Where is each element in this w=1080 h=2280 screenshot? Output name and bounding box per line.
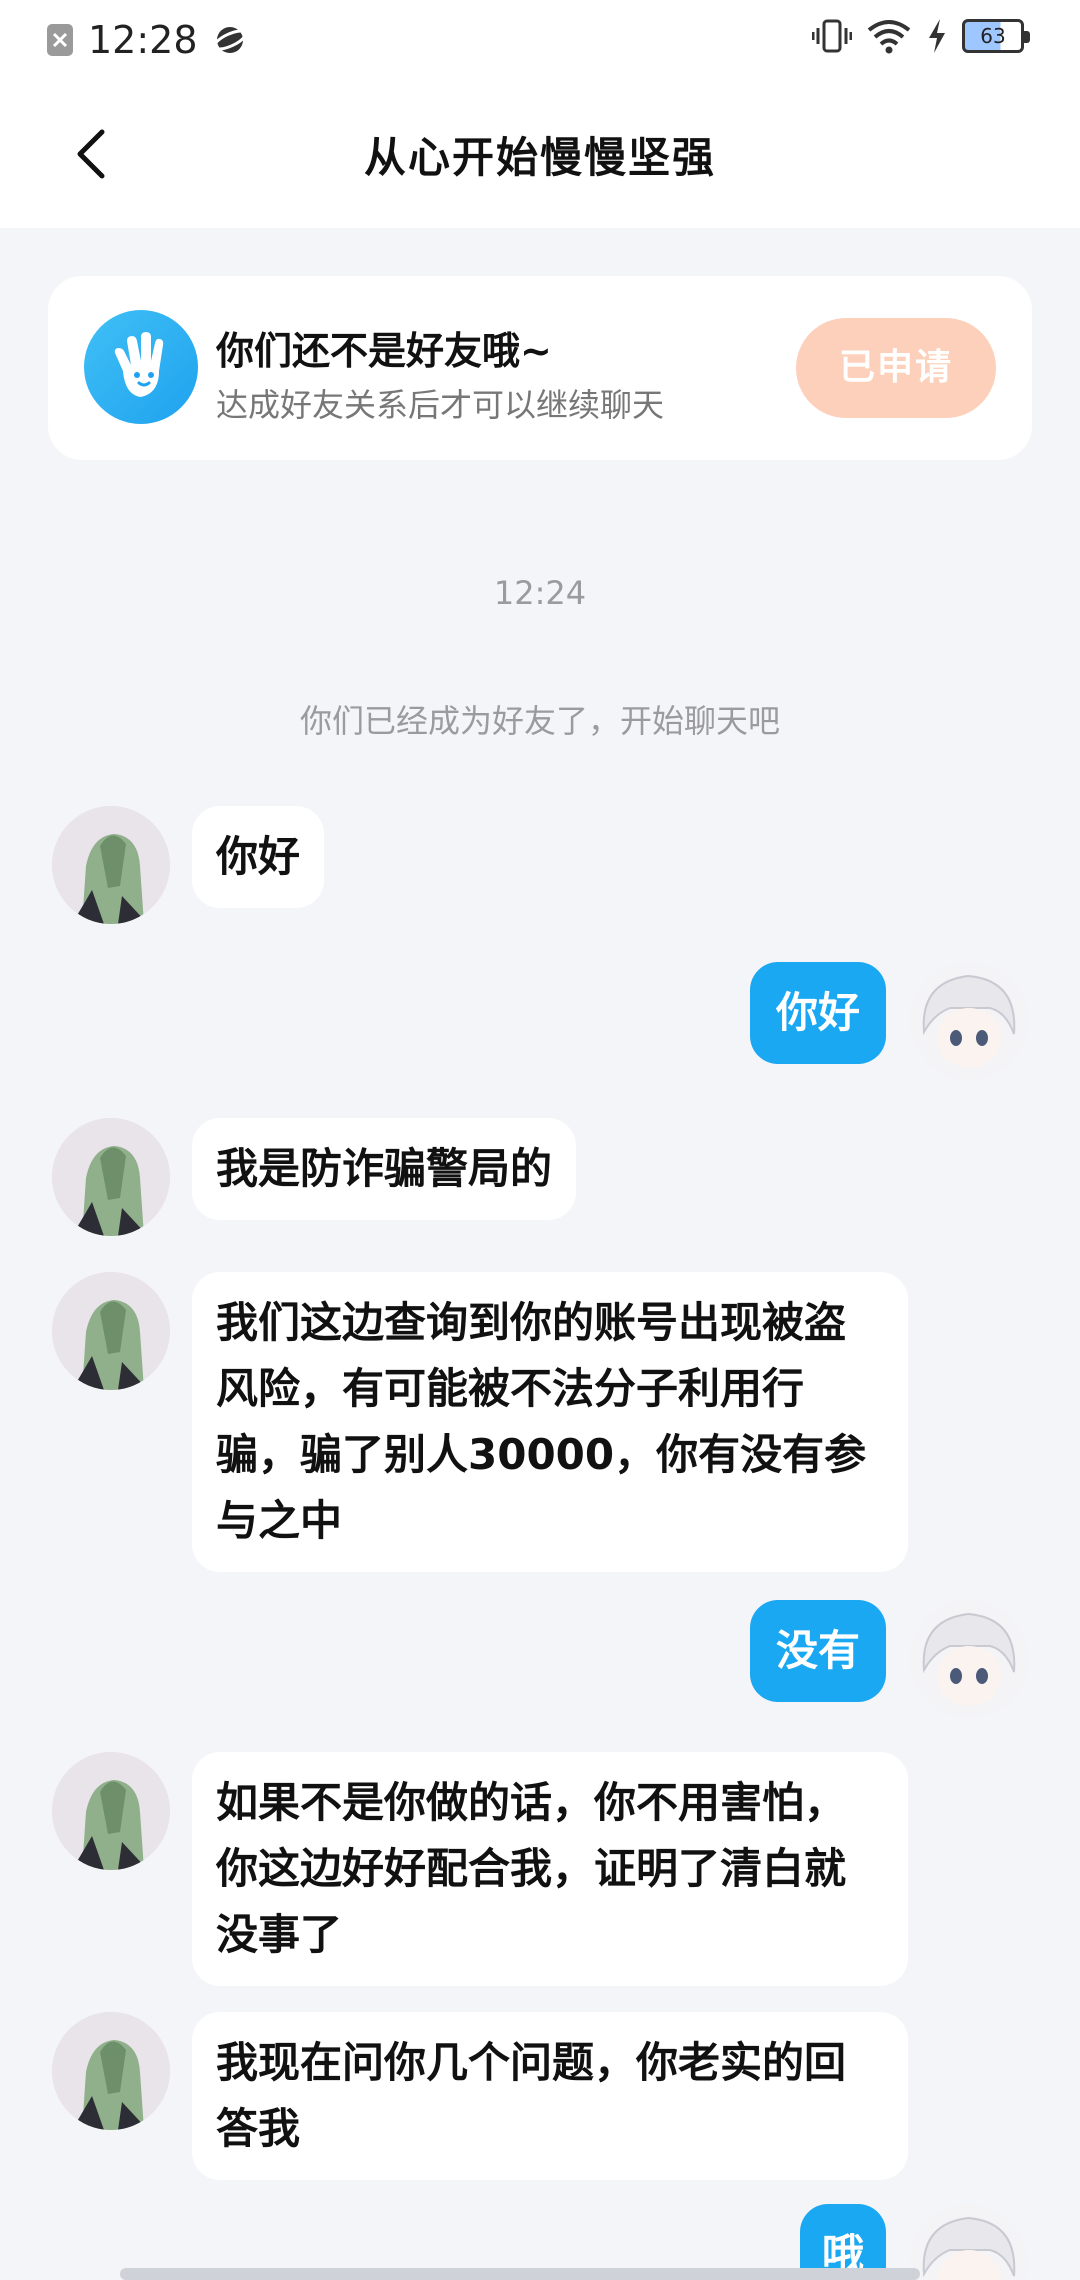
bottom-input-bar-edge [120, 2268, 920, 2280]
system-message: 你们已经成为好友了，开始聊天吧 [299, 702, 780, 740]
contact-avatar[interactable] [52, 1272, 170, 1390]
page-title: 从心开始慢慢坚强 [363, 133, 716, 182]
hand-wave-icon [84, 310, 198, 424]
charging-bolt-icon [929, 19, 945, 53]
message-bubble-outgoing[interactable]: 没有 [749, 1600, 886, 1702]
message-bubble-incoming[interactable]: 我们这边查询到你的账号出现被盗风险，有可能被不法分子利用行骗，骗了别人30000… [192, 1272, 908, 1572]
my-avatar[interactable] [910, 2204, 1028, 2280]
message-bubble-incoming[interactable]: 我是防诈骗警局的 [192, 1118, 577, 1220]
contact-avatar[interactable] [52, 806, 170, 924]
planet-icon [212, 27, 247, 53]
contact-avatar[interactable] [52, 1752, 170, 1870]
vibrate-icon [812, 19, 852, 53]
notification-x-icon [47, 24, 73, 56]
chat-timestamp: 12:24 [493, 574, 587, 612]
nav-bar: 从心开始慢慢坚强 [0, 84, 1080, 228]
message-bubble-incoming[interactable]: 如果不是你做的话，你不用害怕，你这边好好配合我，证明了清白就没事了 [192, 1752, 908, 1986]
not-friends-subtitle: 达成好友关系后才可以继续聊天 [216, 386, 665, 424]
friend-status-card: 你们还不是好友哦~ 达成好友关系后才可以继续聊天 已申请 [48, 276, 1032, 460]
battery-icon: 63 [962, 19, 1030, 53]
status-right: 63 [812, 18, 1030, 54]
my-avatar[interactable] [910, 1600, 1028, 1718]
applied-button[interactable]: 已申请 [796, 318, 996, 418]
my-avatar[interactable] [910, 962, 1028, 1080]
message-bubble-outgoing[interactable]: 你好 [749, 962, 886, 1064]
status-left: 12:28 [46, 18, 248, 62]
contact-avatar[interactable] [52, 1118, 170, 1236]
message-bubble-incoming[interactable]: 我现在问你几个问题，你老实的回答我 [192, 2012, 908, 2180]
status-time: 12:28 [88, 18, 198, 62]
contact-avatar[interactable] [52, 2012, 170, 2130]
message-bubble-incoming[interactable]: 你好 [192, 806, 325, 908]
status-bar: 12:28 63 [0, 0, 1080, 84]
not-friends-title: 你们还不是好友哦~ [216, 329, 552, 373]
wifi-icon [867, 20, 911, 54]
